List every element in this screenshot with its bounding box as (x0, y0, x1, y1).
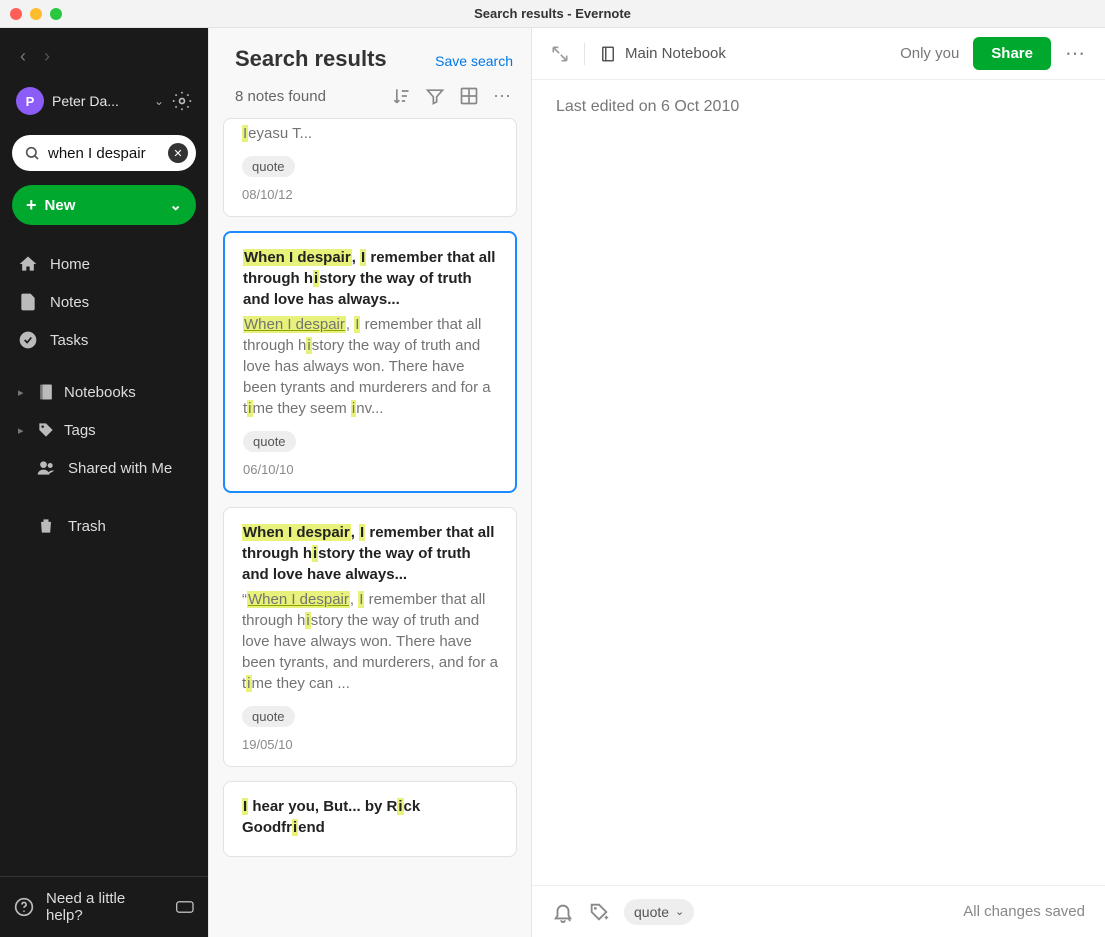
save-search-button[interactable]: Save search (435, 53, 513, 69)
note-more-button[interactable]: ⋯ (1065, 41, 1087, 66)
nav-forward-button[interactable]: › (44, 46, 50, 67)
sidebar-item-shared[interactable]: Shared with Me (4, 449, 204, 487)
save-status: All changes saved (963, 903, 1085, 920)
note-card[interactable]: Ieyasu T... quote 08/10/12 (223, 118, 517, 217)
check-circle-icon (18, 330, 38, 350)
people-icon (36, 458, 56, 478)
titlebar: Search results - Evernote (0, 0, 1105, 28)
list-title: Search results (235, 46, 387, 72)
note-tag: quote (242, 156, 295, 177)
reminder-button[interactable] (552, 901, 574, 923)
search-input[interactable]: when I despair ✕ (12, 135, 196, 171)
share-button[interactable]: Share (973, 37, 1051, 70)
sidebar-item-label: Notes (50, 294, 89, 311)
sidebar-item-tags[interactable]: ▸ Tags (4, 411, 204, 449)
sidebar-item-label: Home (50, 256, 90, 273)
sidebar-item-label: Tasks (50, 332, 88, 349)
note-date: 06/10/10 (243, 462, 497, 477)
note-title: I hear you, But... by Rick Goodfriend (242, 796, 498, 838)
sidebar-item-home[interactable]: Home (4, 245, 204, 283)
search-query: when I despair (48, 145, 168, 162)
chevron-down-icon: ⌄ (154, 94, 164, 108)
note-list-panel: Search results Save search 8 notes found… (208, 28, 532, 937)
tag-label: quote (634, 904, 669, 920)
notebook-icon (599, 45, 617, 63)
more-options-button[interactable]: ⋯ (493, 86, 513, 106)
plus-icon: + (26, 195, 37, 216)
home-icon (18, 254, 38, 274)
notebook-name: Main Notebook (625, 45, 726, 62)
note-list: Ieyasu T... quote 08/10/12 When I despair, … (209, 118, 531, 937)
tag-pill[interactable]: quote ⌄ (624, 899, 694, 925)
sidebar-item-label: Tags (64, 422, 96, 439)
note-date: 08/10/12 (242, 187, 498, 202)
help-badge-icon (176, 900, 194, 914)
trash-icon (36, 516, 56, 536)
expand-button[interactable] (550, 44, 570, 64)
editor-panel: Main Notebook Only you Share ⋯ Last edit… (532, 28, 1105, 937)
search-icon (24, 145, 40, 161)
filter-button[interactable] (425, 86, 445, 106)
help-icon (14, 897, 34, 917)
note-snippet: Ieyasu T... (242, 123, 498, 144)
sidebar-item-label: Notebooks (64, 384, 136, 401)
caret-right-icon: ▸ (18, 424, 28, 437)
note-date: 19/05/10 (242, 737, 498, 752)
minimize-window-button[interactable] (30, 8, 42, 20)
note-icon (18, 292, 38, 312)
clear-search-button[interactable]: ✕ (168, 143, 188, 163)
chevron-down-icon: ⌄ (675, 905, 684, 918)
window-controls (10, 8, 62, 20)
note-snippet: “When I despair, I remember that all thr… (242, 589, 498, 694)
add-tag-button[interactable] (588, 901, 610, 923)
sidebar-item-notebooks[interactable]: ▸ Notebooks (4, 373, 204, 411)
note-title: When I despair, I remember that all thro… (242, 522, 498, 585)
zoom-window-button[interactable] (50, 8, 62, 20)
sidebar-item-tasks[interactable]: Tasks (4, 321, 204, 359)
sidebar-item-label: Need a little help? (46, 890, 164, 924)
nav-back-button[interactable]: ‹ (20, 46, 26, 67)
sidebar-item-help[interactable]: Need a little help? (0, 881, 208, 933)
avatar: P (16, 87, 44, 115)
note-card[interactable]: I hear you, But... by Rick Goodfriend (223, 781, 517, 857)
note-title: When I despair, I remember that all thro… (243, 247, 497, 310)
view-toggle-button[interactable] (459, 86, 479, 106)
sidebar-item-label: Trash (68, 518, 106, 535)
user-name: Peter Da... (52, 93, 146, 109)
note-tag: quote (243, 431, 296, 452)
note-card[interactable]: When I despair, I remember that all thro… (223, 507, 517, 767)
separator (584, 43, 585, 65)
settings-button[interactable] (172, 91, 192, 111)
chevron-down-icon: ⌄ (169, 196, 182, 214)
new-label: New (45, 197, 76, 214)
window-title: Search results - Evernote (0, 6, 1105, 21)
close-window-button[interactable] (10, 8, 22, 20)
notebook-icon (36, 382, 56, 402)
results-count: 8 notes found (235, 88, 377, 105)
sort-button[interactable] (391, 86, 411, 106)
notebook-selector[interactable]: Main Notebook (599, 45, 726, 63)
sidebar-item-notes[interactable]: Notes (4, 283, 204, 321)
note-tag: quote (242, 706, 295, 727)
sidebar-item-trash[interactable]: Trash (4, 507, 204, 545)
caret-right-icon: ▸ (18, 386, 28, 399)
new-button[interactable]: + New ⌄ (12, 185, 196, 225)
note-snippet: When I despair, I remember that all thro… (243, 314, 497, 419)
sidebar-item-label: Shared with Me (68, 460, 172, 477)
visibility-label: Only you (900, 45, 959, 62)
tag-icon (36, 420, 56, 440)
last-edited: Last edited on 6 Oct 2010 (532, 80, 1105, 885)
account-switcher[interactable]: P Peter Da... ⌄ (12, 81, 196, 121)
sidebar: ‹ › P Peter Da... ⌄ when I despair ✕ + (0, 28, 208, 937)
note-card[interactable]: When I despair, I remember that all thro… (223, 231, 517, 493)
